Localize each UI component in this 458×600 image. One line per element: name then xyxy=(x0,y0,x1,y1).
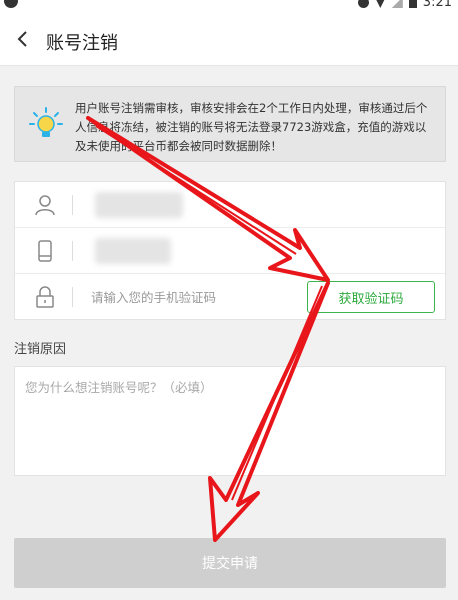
chevron-left-icon xyxy=(17,31,27,47)
account-form: 获取验证码 xyxy=(14,181,446,320)
signal-icon xyxy=(391,0,403,8)
phone-row xyxy=(15,228,445,274)
row-divider xyxy=(72,241,73,261)
verification-code-input[interactable] xyxy=(91,286,301,308)
dnd-icon xyxy=(357,0,369,8)
submit-button[interactable]: 提交申请 xyxy=(14,538,446,588)
page-title: 账号注销 xyxy=(46,33,118,54)
reason-box xyxy=(14,366,446,476)
status-indicators: 3:21 xyxy=(357,0,452,10)
phone-icon xyxy=(38,240,52,262)
reason-label: 注销原因 xyxy=(14,342,67,357)
app-header: 账号注销 xyxy=(0,14,458,66)
code-row: 获取验证码 xyxy=(15,274,445,320)
phone-value-blurred xyxy=(95,238,171,264)
status-time: 3:21 xyxy=(422,0,452,10)
wifi-icon xyxy=(374,0,386,8)
lock-icon xyxy=(36,286,54,308)
battery-icon xyxy=(408,0,417,8)
reason-textarea[interactable] xyxy=(15,367,445,475)
notice-box: 用户账号注销需审核，审核安排会在2个工作日内处理，审核通过后个人信息将冻结，被注… xyxy=(14,86,446,162)
account-row xyxy=(15,182,445,228)
back-button[interactable] xyxy=(8,24,38,54)
lightbulb-icon xyxy=(29,107,63,137)
get-code-button[interactable]: 获取验证码 xyxy=(307,281,435,313)
notice-text: 用户账号注销需审核，审核安排会在2个工作日内处理，审核通过后个人信息将冻结，被注… xyxy=(75,101,428,153)
row-divider xyxy=(72,287,73,307)
status-bar: 3:21 xyxy=(0,0,458,14)
row-divider xyxy=(72,195,73,215)
settings-status-icon xyxy=(4,0,18,8)
account-value-blurred xyxy=(95,192,183,218)
user-icon xyxy=(35,195,55,216)
